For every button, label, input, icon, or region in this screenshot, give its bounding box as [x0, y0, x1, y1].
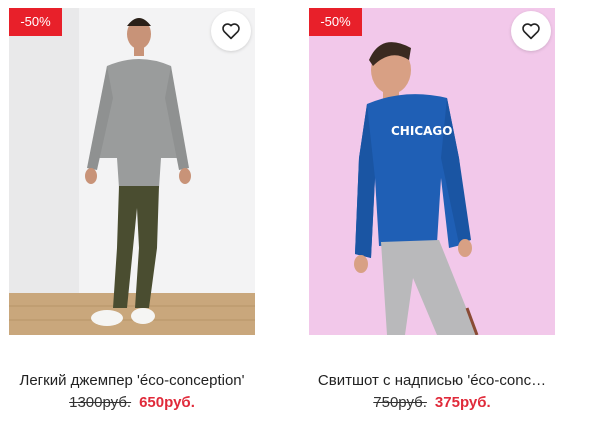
- product-card[interactable]: CHICAGO -50% Свитшот с надписью 'éco-con…: [309, 8, 555, 411]
- heart-outline-icon: [222, 23, 240, 40]
- product-card[interactable]: -50% Легкий джемпер 'éco-conception' 130…: [9, 8, 255, 411]
- discount-badge: -50%: [9, 8, 62, 36]
- add-to-favorites-button[interactable]: [211, 11, 251, 51]
- old-price: 1300руб.: [69, 394, 132, 411]
- product-photo[interactable]: CHICAGO -50%: [309, 8, 555, 335]
- product-photo[interactable]: -50%: [9, 8, 255, 335]
- product-title[interactable]: Легкий джемпер 'éco-conception': [9, 372, 255, 389]
- heart-outline-icon: [522, 23, 540, 40]
- add-to-favorites-button[interactable]: [511, 11, 551, 51]
- sale-price: 650руб.: [139, 394, 195, 411]
- product-prices: 750руб. 375руб.: [309, 394, 555, 411]
- product-prices: 1300руб. 650руб.: [9, 394, 255, 411]
- model-photo-grey-sweater: [9, 8, 255, 335]
- sweatshirt-print-text: CHICAGO: [391, 124, 452, 138]
- product-title[interactable]: Свитшот с надписью 'éco-conc…: [309, 372, 555, 389]
- sale-price: 375руб.: [434, 394, 491, 411]
- old-price: 750руб.: [373, 394, 427, 411]
- discount-badge: -50%: [309, 8, 362, 36]
- model-photo-blue-sweatshirt: CHICAGO: [309, 8, 555, 335]
